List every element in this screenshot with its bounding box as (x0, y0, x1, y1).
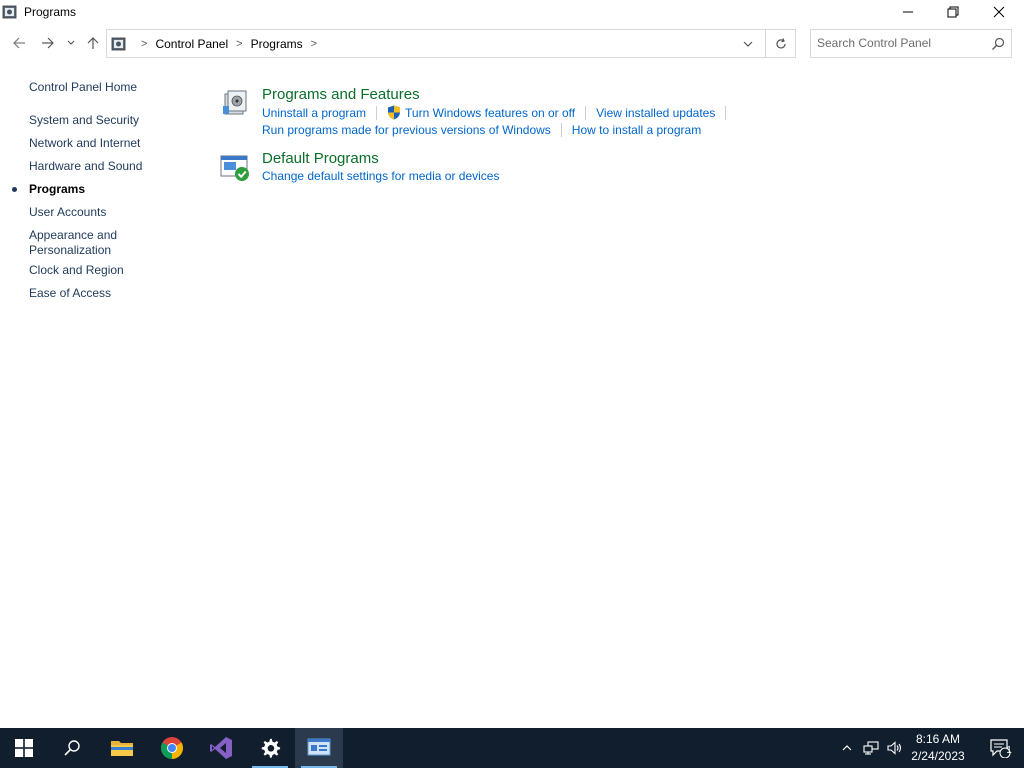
folder-icon (111, 741, 133, 756)
file-explorer-button[interactable] (98, 728, 146, 768)
sidebar-item-system-security[interactable]: System and Security (29, 113, 139, 128)
windows-features-link[interactable]: Turn Windows features on or off (405, 106, 575, 120)
sidebar-item-appearance[interactable]: Appearance and (29, 228, 117, 243)
taskbar-search-button[interactable] (48, 728, 96, 768)
gear-icon (261, 738, 281, 758)
sidebar-item-clock-region[interactable]: Clock and Region (29, 263, 124, 278)
visual-studio-button[interactable] (197, 728, 245, 768)
taskbar: 8:16 AM 2/24/2023 1 (0, 728, 1024, 768)
show-hidden-icons-button[interactable] (836, 728, 858, 768)
divider (765, 30, 766, 57)
divider (560, 123, 562, 137)
sidebar-item-network-internet[interactable]: Network and Internet (29, 136, 140, 151)
volume-tray-button[interactable] (884, 728, 906, 768)
clock[interactable]: 8:16 AM 2/24/2023 (906, 731, 970, 765)
forward-arrow-icon (42, 37, 54, 49)
navigation-bar: > Control Panel > Programs > (0, 28, 1024, 58)
default-programs-icon[interactable] (220, 150, 252, 182)
sidebar-item-ease-of-access[interactable]: Ease of Access (29, 286, 111, 301)
windows-logo-icon (15, 739, 33, 757)
breadcrumb-separator-icon[interactable]: > (141, 38, 147, 50)
how-to-install-link[interactable]: How to install a program (572, 123, 701, 137)
forward-button[interactable] (37, 32, 59, 54)
divider (376, 105, 378, 120)
chevron-up-icon (842, 745, 852, 751)
sidebar-item-control-panel-home[interactable]: Control Panel Home (29, 80, 137, 95)
programs-features-tasks-2: Run programs made for previous versions … (262, 123, 701, 137)
sidebar-item-appearance-line2[interactable]: Personalization (29, 243, 111, 258)
restore-icon (947, 6, 959, 18)
search-icon (64, 740, 80, 756)
section-title-programs-features[interactable]: Programs and Features (262, 86, 420, 103)
breadcrumb-separator-icon[interactable]: > (236, 38, 242, 50)
view-installed-updates-link[interactable]: View installed updates (596, 106, 715, 120)
back-arrow-icon (13, 37, 25, 49)
window-title: Programs (24, 5, 77, 19)
action-center-button[interactable]: 1 (980, 728, 1020, 768)
change-default-settings-link[interactable]: Change default settings for media or dev… (262, 169, 499, 183)
close-button[interactable] (976, 0, 1022, 24)
breadcrumb-separator-icon[interactable]: > (311, 38, 317, 50)
up-arrow-icon (87, 37, 99, 49)
breadcrumb: > Control Panel > Programs > (133, 37, 325, 51)
programs-features-icon[interactable] (220, 86, 252, 118)
compatibility-link[interactable]: Run programs made for previous versions … (262, 123, 551, 137)
chrome-button[interactable] (148, 728, 196, 768)
address-bar[interactable]: > Control Panel > Programs > (106, 29, 796, 58)
restore-button[interactable] (930, 0, 976, 24)
chrome-icon (161, 737, 183, 759)
refresh-icon (776, 38, 786, 49)
settings-button[interactable] (246, 728, 294, 768)
address-dropdown-button[interactable] (739, 36, 757, 52)
chevron-down-icon (743, 41, 753, 47)
breadcrumb-control-panel[interactable]: Control Panel (155, 37, 228, 51)
visual-studio-icon (210, 737, 232, 759)
back-button[interactable] (8, 32, 30, 54)
sidebar-item-hardware-sound[interactable]: Hardware and Sound (29, 159, 142, 174)
close-icon (993, 6, 1005, 18)
section-title-default-programs[interactable]: Default Programs (262, 150, 379, 167)
recent-locations-button[interactable] (62, 32, 80, 54)
search-box[interactable] (810, 29, 1012, 58)
network-tray-button[interactable] (860, 728, 882, 768)
minimize-icon (903, 11, 913, 13)
control-panel-icon (111, 36, 127, 52)
programs-features-tasks: Uninstall a program Turn Windows feature… (262, 105, 736, 120)
speaker-icon (887, 741, 902, 755)
search-input[interactable] (817, 36, 985, 50)
up-button[interactable] (82, 32, 104, 54)
chevron-down-icon (67, 40, 75, 45)
start-button[interactable] (0, 728, 48, 768)
uninstall-program-link[interactable]: Uninstall a program (262, 106, 366, 120)
breadcrumb-programs[interactable]: Programs (251, 37, 303, 51)
active-item-bullet (12, 187, 17, 192)
shield-icon (387, 105, 401, 120)
default-programs-tasks: Change default settings for media or dev… (262, 169, 499, 183)
control-panel-app-icon (2, 4, 18, 20)
sidebar-item-user-accounts[interactable]: User Accounts (29, 205, 106, 220)
network-icon (863, 741, 879, 755)
divider (585, 105, 587, 120)
control-panel-taskbar-button[interactable] (295, 728, 343, 768)
search-icon[interactable] (991, 37, 1005, 51)
clock-time: 8:16 AM (915, 732, 961, 746)
minimize-button[interactable] (885, 0, 931, 24)
title-bar: Programs (0, 0, 1024, 26)
divider (725, 105, 727, 120)
notification-count: 1 (1006, 745, 1012, 756)
refresh-button[interactable] (771, 35, 791, 53)
clock-date: 2/24/2023 (911, 749, 965, 763)
control-panel-icon (307, 738, 331, 756)
sidebar-item-programs[interactable]: Programs (29, 182, 85, 197)
